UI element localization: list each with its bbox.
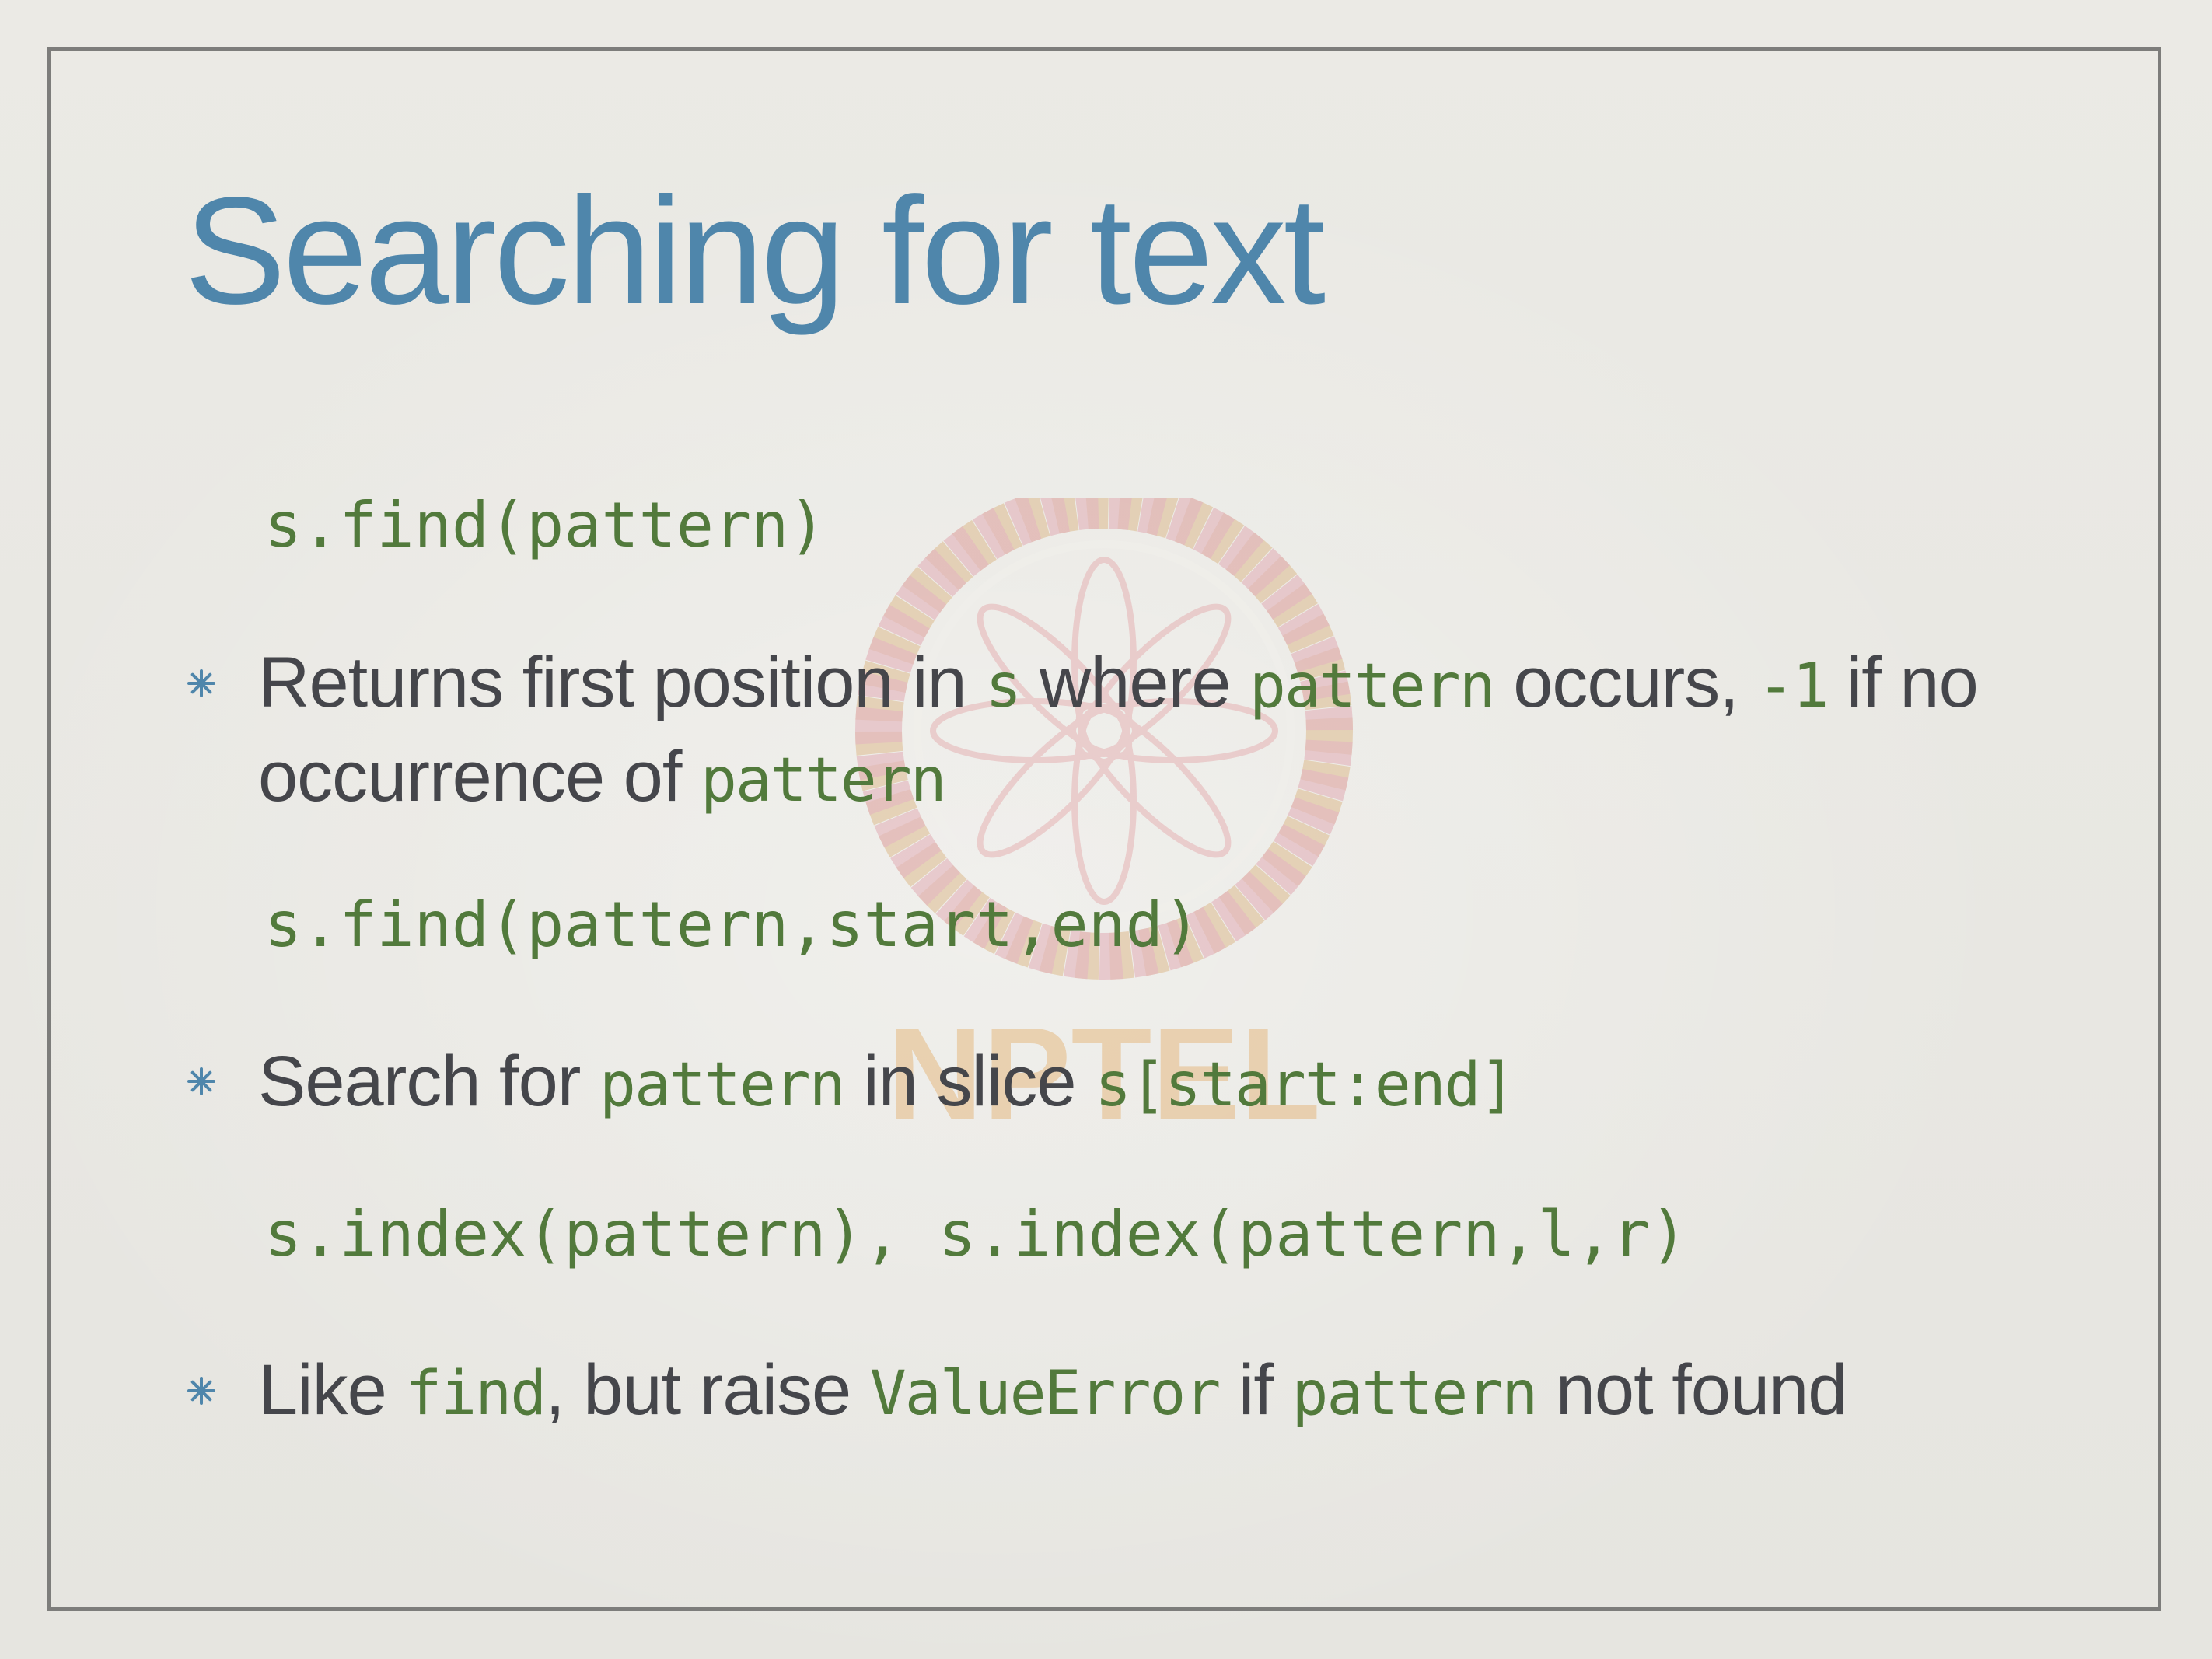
bullet-find-description: Returns first position in s where patter… [258, 643, 1979, 816]
bullet-star-icon [187, 1377, 215, 1405]
slide-title: Searching for text [184, 166, 1326, 336]
code-index: s.index(pattern), s.index(pattern,l,r) [264, 1198, 1688, 1270]
bullet-star-icon [187, 669, 215, 697]
code-find: s.find(pattern) [264, 489, 826, 561]
bullet-slice-description: Search for pattern in slice s[start:end] [258, 1042, 1516, 1121]
code-find-slice: s.find(pattern,start,end) [264, 889, 1201, 961]
bullet-index-description: Like find, but raise ValueError if patte… [258, 1350, 1847, 1430]
bullet-star-icon [187, 1067, 215, 1095]
